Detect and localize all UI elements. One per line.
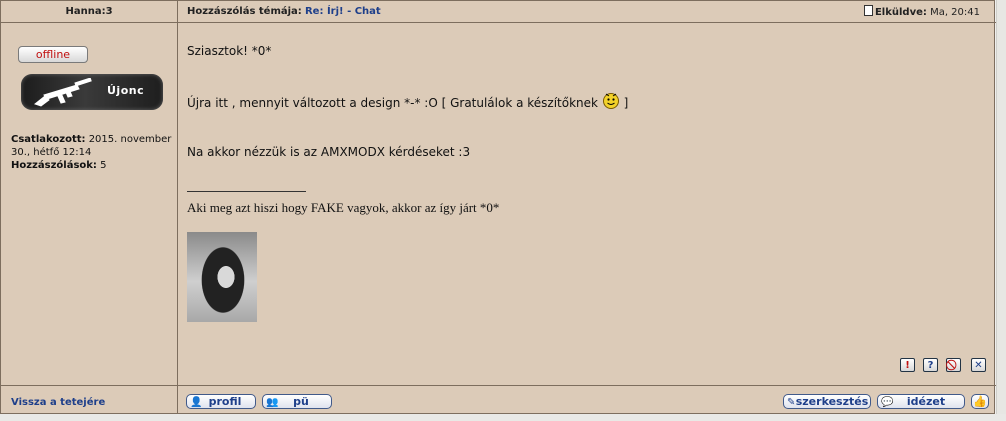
- posts-value: 5: [100, 160, 107, 171]
- rank-label: Újonc: [107, 84, 145, 97]
- topic-label: Hozzászólás témája:: [187, 6, 302, 17]
- pm-button-label: pü: [293, 395, 309, 408]
- message-text-end: ]: [623, 96, 629, 110]
- help-button[interactable]: ?: [923, 358, 938, 372]
- delete-button[interactable]: ✕: [971, 358, 986, 372]
- rank-badge: Újonc: [21, 74, 163, 110]
- edit-button[interactable]: ✎ szerkesztés: [783, 394, 871, 409]
- quote-button-label: idézet: [906, 395, 946, 408]
- message-line: Újra itt , mennyit változott a design *-…: [187, 91, 628, 110]
- post-icon[interactable]: [863, 5, 873, 16]
- post-author-name[interactable]: Hanna:3: [1, 6, 177, 17]
- profile-button-label: profil: [208, 395, 242, 408]
- message-line: Sziasztok! *0*: [187, 44, 272, 58]
- offline-status-badge: offline: [18, 46, 88, 63]
- joined-label: Csatlakozott:: [11, 134, 86, 145]
- rifle-icon: [33, 78, 92, 107]
- edit-button-label: szerkesztés: [795, 395, 869, 408]
- report-button[interactable]: !: [900, 358, 915, 372]
- footer-divider: [1, 385, 996, 386]
- page-bottom-strip: [0, 414, 1006, 421]
- thanks-button[interactable]: 👍: [971, 394, 989, 409]
- signature-divider: [187, 191, 306, 192]
- quote-button[interactable]: 💬 idézet: [877, 394, 965, 409]
- thumbs-up-icon: 👍: [973, 395, 987, 408]
- message-text: Újra itt , mennyit változott a design *-…: [187, 96, 598, 110]
- smiley-icon: [602, 93, 619, 109]
- header-divider: [1, 22, 996, 23]
- warn-button[interactable]: ⃠: [946, 358, 961, 372]
- scrollbar[interactable]: [996, 0, 1006, 421]
- profile-button[interactable]: 👤 profil: [186, 394, 256, 409]
- posted-time: Ma, 20:41: [930, 7, 980, 18]
- post-container: Hanna:3 Hozzászólás témája: Re: Írj! - C…: [0, 0, 996, 415]
- signature-text: Aki meg azt hiszi hogy FAKE vagyok, akko…: [187, 200, 500, 215]
- topic-link[interactable]: Re: Írj! - Chat: [305, 6, 381, 17]
- column-divider: [177, 1, 178, 415]
- signature-photo: [187, 232, 257, 322]
- posts-label: Hozzászólások:: [11, 160, 97, 171]
- posted-label: Elküldve:: [874, 7, 927, 18]
- message-line: Na akkor nézzük is az AMXMODX kérdéseket…: [187, 145, 471, 159]
- post-topic: Hozzászólás témája: Re: Írj! - Chat: [187, 6, 381, 17]
- post-timestamp: Elküldve: Ma, 20:41: [863, 5, 980, 18]
- pm-button[interactable]: 👥 pü: [262, 394, 332, 409]
- author-info: Csatlakozott: 2015. november 30., hétfő …: [11, 133, 176, 172]
- back-to-top-link[interactable]: Vissza a tetejére: [11, 397, 105, 408]
